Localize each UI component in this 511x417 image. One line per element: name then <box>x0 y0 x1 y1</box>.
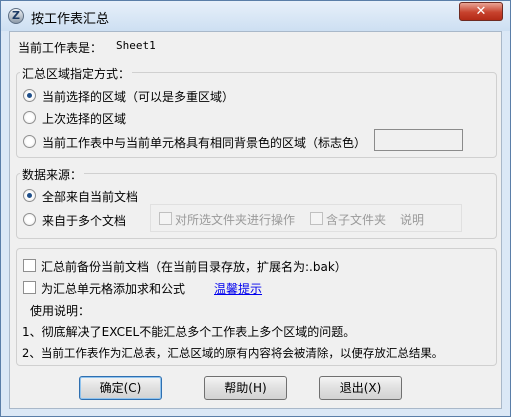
app-icon: Z <box>8 8 24 24</box>
checkbox-add-formula[interactable] <box>23 281 36 294</box>
radio-same-background[interactable] <box>23 135 36 148</box>
ok-button[interactable]: 确定(C) <box>79 376 162 400</box>
radio-current-selection-label[interactable]: 当前选择的区域（可以是多重区域） <box>42 88 234 105</box>
dialog-window: Z 按工作表汇总 ✕ 当前工作表是： Sheet1 汇总区域指定方式： 当前选择… <box>0 0 511 417</box>
checkbox-selected-folder-label[interactable]: 对所选文件夹进行操作 <box>175 211 295 228</box>
radio-current-selection[interactable] <box>23 89 36 102</box>
radio-last-selection[interactable] <box>23 111 36 124</box>
source-group-legend: 数据来源： <box>20 166 85 183</box>
title-bar[interactable]: Z 按工作表汇总 ✕ <box>1 1 510 31</box>
checkbox-include-subfolders-label[interactable]: 含子文件夹 <box>326 211 386 228</box>
checkbox-backup[interactable] <box>23 259 36 272</box>
checkbox-backup-label[interactable]: 汇总前备份当前文档（在当前目录存放，扩展名为:.bak） <box>41 258 347 275</box>
window-title: 按工作表汇总 <box>31 12 110 27</box>
current-sheet-name: Sheet1 <box>116 39 156 52</box>
radio-multiple-documents-label[interactable]: 来自于多个文档 <box>42 212 126 229</box>
marker-color-box[interactable] <box>374 129 463 151</box>
usage-line-2: 2、当前工作表作为汇总表，汇总区域的原有内容将会被清除，以便存放汇总结果。 <box>22 346 444 360</box>
radio-current-document-label[interactable]: 全部来自当前文档 <box>42 188 138 205</box>
tip-link[interactable]: 温馨提示 <box>214 280 262 297</box>
radio-multiple-documents[interactable] <box>23 213 36 226</box>
checkbox-selected-folder[interactable] <box>159 212 172 225</box>
usage-line-1: 1、彻底解决了EXCEL不能汇总多个工作表上多个区域的问题。 <box>22 325 356 339</box>
checkbox-add-formula-label[interactable]: 为汇总单元格添加求和公式 <box>41 280 185 297</box>
current-sheet-label: 当前工作表是： <box>18 41 103 55</box>
usage-title: 使用说明： <box>30 304 91 318</box>
radio-current-document[interactable] <box>23 189 36 202</box>
exit-button[interactable]: 退出(X) <box>319 376 402 400</box>
checkbox-include-subfolders[interactable] <box>310 212 323 225</box>
radio-last-selection-label[interactable]: 上次选择的区域 <box>42 110 126 127</box>
multi-doc-help-label[interactable]: 说明 <box>400 211 424 228</box>
close-button[interactable]: ✕ <box>459 2 503 21</box>
region-group-legend: 汇总区域指定方式： <box>20 65 133 82</box>
help-button[interactable]: 帮助(H) <box>204 376 287 400</box>
radio-same-background-label[interactable]: 当前工作表中与当前单元格具有相同背景色的区域（标志色） <box>42 134 366 151</box>
dialog-body: 当前工作表是： Sheet1 汇总区域指定方式： 当前选择的区域（可以是多重区域… <box>9 31 502 409</box>
